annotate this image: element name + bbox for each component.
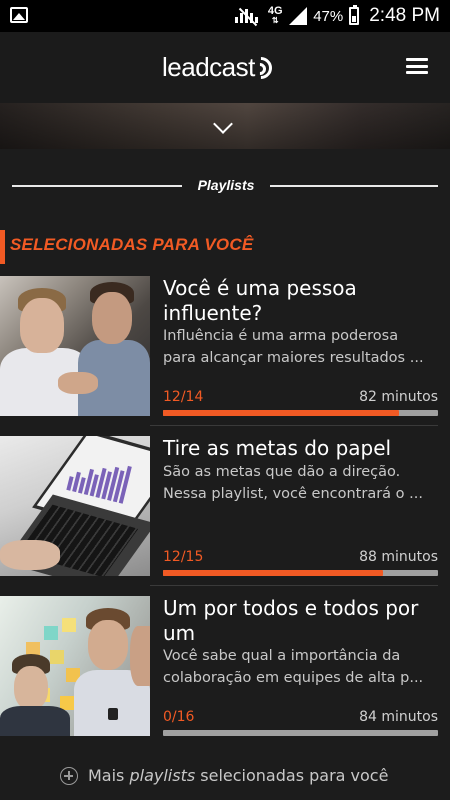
playlist-progress-bar (163, 570, 438, 576)
selected-header: SELECIONADAS PARA VOCÊ (0, 230, 450, 264)
image-icon (10, 7, 28, 23)
playlist-duration: 88 minutos (359, 549, 438, 565)
vibrate-mute-icon (235, 7, 261, 27)
playlist-card[interactable]: Um por todos e todos por um Você sabe qu… (0, 596, 450, 736)
more-playlists-link[interactable]: Mais playlists selecionadas para você (0, 764, 450, 794)
playlist-duration: 84 minutos (359, 709, 438, 725)
playlist-thumbnail[interactable] (0, 436, 150, 576)
more-playlists-label[interactable]: Mais playlists selecionadas para você (88, 766, 388, 785)
playlist-description: Você sabe qual a importância da colabora… (163, 648, 424, 686)
battery-percent: 47% (313, 7, 344, 25)
playlist-description: Influência é uma arma poderosa para alca… (163, 328, 424, 366)
selected-heading: SELECIONADAS PARA VOCÊ (10, 235, 254, 254)
playlist-thumbnail[interactable] (0, 596, 150, 736)
divider-line-left (12, 185, 182, 187)
card-separator (150, 425, 438, 426)
playlist-progress-count: 12/15 (163, 549, 204, 565)
status-icons: 4G ⇅ 47% 2:48 PM (235, 0, 440, 32)
status-bar: 4G ⇅ 47% 2:48 PM (0, 0, 450, 32)
playlist-progress-count: 0/16 (163, 709, 195, 725)
playlist-description: São as metas que dão a direção. Nessa pl… (163, 464, 423, 502)
playlist-progress-bar (163, 410, 438, 416)
signal-icon (289, 7, 308, 25)
playlist-progress-bar (163, 730, 438, 736)
section-label: Playlists (197, 177, 255, 193)
playlist-card[interactable]: Você é uma pessoa influente? Influência … (0, 276, 450, 426)
playlist-progress-count: 12/14 (163, 389, 204, 405)
app-logo[interactable]: leadcast (162, 51, 280, 84)
clock: 2:48 PM (369, 5, 440, 26)
section-divider: Playlists (12, 174, 438, 198)
playlist-title[interactable]: Você é uma pessoa influente? (163, 276, 443, 326)
playlist-card[interactable]: Tire as metas do papel São as metas que … (0, 436, 450, 586)
playlist-thumbnail[interactable] (0, 276, 150, 416)
broadcast-waves-icon (245, 51, 280, 84)
logo-text: leadcast (162, 52, 255, 82)
app-bar: leadcast (0, 32, 450, 103)
divider-line-right (270, 185, 438, 187)
network-type: 4G ⇅ (267, 5, 283, 26)
battery-icon (349, 5, 360, 25)
playlist-title[interactable]: Um por todos e todos por um (163, 596, 443, 646)
plus-circle-icon (60, 767, 78, 785)
playlist-title[interactable]: Tire as metas do papel (163, 436, 443, 461)
header-accent-bar (0, 230, 5, 264)
hamburger-menu-icon[interactable] (406, 58, 428, 74)
card-separator (150, 585, 438, 586)
chevron-down-icon[interactable] (214, 117, 234, 137)
banner-image (0, 103, 450, 149)
playlist-duration: 82 minutos (359, 389, 438, 405)
